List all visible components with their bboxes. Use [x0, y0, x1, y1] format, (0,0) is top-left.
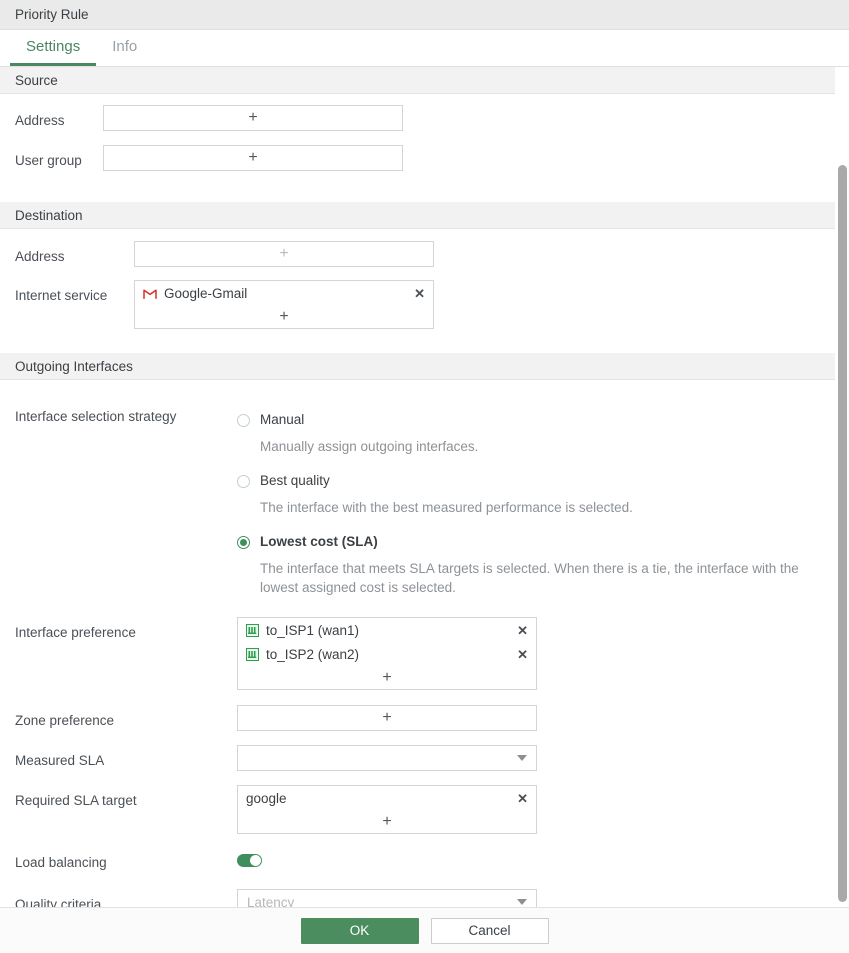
interface-selection-strategy-label: Interface selection strategy — [15, 409, 177, 424]
internet-service-add-row[interactable]: + — [135, 305, 433, 328]
internet-service-token[interactable]: Google-Gmail ✕ — [135, 281, 433, 305]
measured-sla-label: Measured SLA — [15, 753, 105, 768]
required-sla-target-token[interactable]: google ✕ — [238, 786, 536, 810]
required-sla-target-add-row[interactable]: + — [238, 810, 536, 833]
tab-settings[interactable]: Settings — [10, 30, 97, 66]
radio-option-best-quality-label: Best quality — [260, 473, 330, 488]
priority-rule-dialog: Priority Rule Settings Info Source Addre… — [0, 0, 849, 953]
radio-option-best-quality[interactable]: Best quality The interface with the best… — [237, 472, 816, 517]
quality-criteria-label: Quality criteria — [15, 897, 102, 907]
radio-option-manual[interactable]: Manual Manually assign outgoing interfac… — [237, 411, 816, 456]
dialog-footer: OK Cancel — [0, 907, 849, 953]
zone-preference-label: Zone preference — [15, 713, 115, 728]
tab-settings-label: Settings — [26, 38, 81, 55]
row-zone-preference: Zone preference + — [0, 705, 849, 738]
internet-service-input[interactable]: Google-Gmail ✕ + — [134, 280, 434, 329]
required-sla-target-name: google — [246, 790, 287, 806]
add-icon: + — [382, 668, 392, 686]
row-measured-sla: Measured SLA — [0, 745, 849, 778]
radio-option-lowest-cost-sla-label: Lowest cost (SLA) — [260, 534, 378, 549]
add-icon: + — [248, 149, 258, 166]
row-load-balancing: Load balancing — [0, 847, 849, 880]
add-icon: + — [279, 245, 289, 262]
remove-internet-service-button[interactable]: ✕ — [408, 287, 425, 300]
row-required-sla-target: Required SLA target google ✕ + — [0, 785, 849, 834]
source-usergroup-label: User group — [15, 153, 82, 168]
interface-preference-name: to_ISP1 (wan1) — [266, 622, 360, 638]
load-balancing-label: Load balancing — [15, 855, 107, 870]
load-balancing-toggle[interactable] — [237, 854, 262, 867]
radio-option-lowest-cost-sla[interactable]: Lowest cost (SLA) The interface that mee… — [237, 533, 816, 597]
required-sla-target-input[interactable]: google ✕ + — [237, 785, 537, 834]
row-source-address: Address + — [0, 105, 849, 138]
dialog-titlebar: Priority Rule — [0, 0, 849, 30]
section-header-outgoing-label: Outgoing Interfaces — [15, 358, 133, 374]
section-header-outgoing: Outgoing Interfaces — [0, 353, 835, 380]
gmail-icon — [143, 288, 157, 299]
vertical-scrollbar[interactable] — [837, 67, 847, 907]
source-address-label: Address — [15, 113, 65, 128]
interface-preference-input[interactable]: to_ISP1 (wan1) ✕ to_ISP2 (wan2) ✕ + — [237, 617, 537, 690]
zone-preference-input[interactable]: + — [237, 705, 537, 731]
interface-icon — [246, 647, 259, 661]
chevron-down-icon — [517, 899, 527, 905]
section-header-destination-label: Destination — [15, 207, 83, 223]
section-header-destination: Destination — [0, 202, 835, 229]
interface-icon — [246, 623, 259, 637]
radio-option-lowest-cost-sla-description: The interface that meets SLA targets is … — [260, 561, 799, 595]
radio-option-manual-description: Manually assign outgoing interfaces. — [260, 439, 479, 454]
source-address-input[interactable]: + — [103, 105, 403, 131]
quality-criteria-value: Latency — [247, 894, 295, 908]
interface-selection-strategy-radiogroup: Manual Manually assign outgoing interfac… — [237, 409, 816, 597]
settings-content: Source Address + User group + Destinatio… — [0, 67, 849, 907]
cancel-button[interactable]: Cancel — [430, 917, 549, 944]
radio-option-manual-label: Manual — [260, 412, 305, 427]
remove-interface-preference-button[interactable]: ✕ — [511, 648, 528, 661]
source-usergroup-input[interactable]: + — [103, 145, 403, 171]
radio-option-best-quality-description: The interface with the best measured per… — [260, 500, 633, 515]
interface-preference-token[interactable]: to_ISP1 (wan1) ✕ — [238, 618, 536, 642]
ok-button-label: OK — [349, 923, 370, 938]
row-quality-criteria: Quality criteria Latency — [0, 889, 849, 907]
row-destination-address: Address + — [0, 241, 849, 274]
radio-icon[interactable] — [237, 414, 250, 427]
radio-icon[interactable] — [237, 536, 250, 549]
measured-sla-dropdown[interactable] — [237, 745, 537, 771]
internet-service-label: Internet service — [15, 288, 108, 303]
ok-button[interactable]: OK — [300, 917, 419, 944]
section-header-source-label: Source — [15, 72, 58, 88]
section-header-source: Source — [0, 67, 835, 94]
toggle-knob — [250, 855, 261, 866]
destination-address-label: Address — [15, 249, 65, 264]
remove-interface-preference-button[interactable]: ✕ — [511, 624, 528, 637]
add-icon: + — [248, 109, 258, 126]
interface-preference-token[interactable]: to_ISP2 (wan2) ✕ — [238, 642, 536, 666]
destination-address-input[interactable]: + — [134, 241, 434, 267]
row-internet-service: Internet service Google-Gmail ✕ + — [0, 280, 849, 329]
settings-scroll-area: Source Address + User group + Destinatio… — [0, 67, 849, 907]
internet-service-name: Google-Gmail — [164, 285, 248, 301]
cancel-button-label: Cancel — [468, 923, 511, 938]
interface-preference-label: Interface preference — [15, 625, 136, 640]
tab-info-label: Info — [112, 38, 138, 55]
row-interface-preference: Interface preference to_ISP1 (wan1) ✕ to… — [0, 617, 849, 690]
add-icon: + — [382, 812, 392, 830]
quality-criteria-dropdown[interactable]: Latency — [237, 889, 537, 907]
page-title: Priority Rule — [15, 7, 89, 22]
row-source-usergroup: User group + — [0, 145, 849, 178]
remove-required-sla-target-button[interactable]: ✕ — [511, 792, 528, 805]
required-sla-target-label: Required SLA target — [15, 793, 137, 808]
scrollbar-thumb[interactable] — [838, 165, 847, 902]
interface-preference-name: to_ISP2 (wan2) — [266, 646, 360, 662]
chevron-down-icon — [517, 755, 527, 761]
interface-preference-add-row[interactable]: + — [238, 666, 536, 689]
tab-bar: Settings Info — [0, 30, 849, 67]
row-interface-selection-strategy: Interface selection strategy Manual Manu… — [0, 409, 849, 597]
add-icon: + — [382, 709, 392, 726]
tab-info[interactable]: Info — [96, 30, 153, 66]
radio-icon[interactable] — [237, 475, 250, 488]
add-icon: + — [279, 307, 289, 325]
